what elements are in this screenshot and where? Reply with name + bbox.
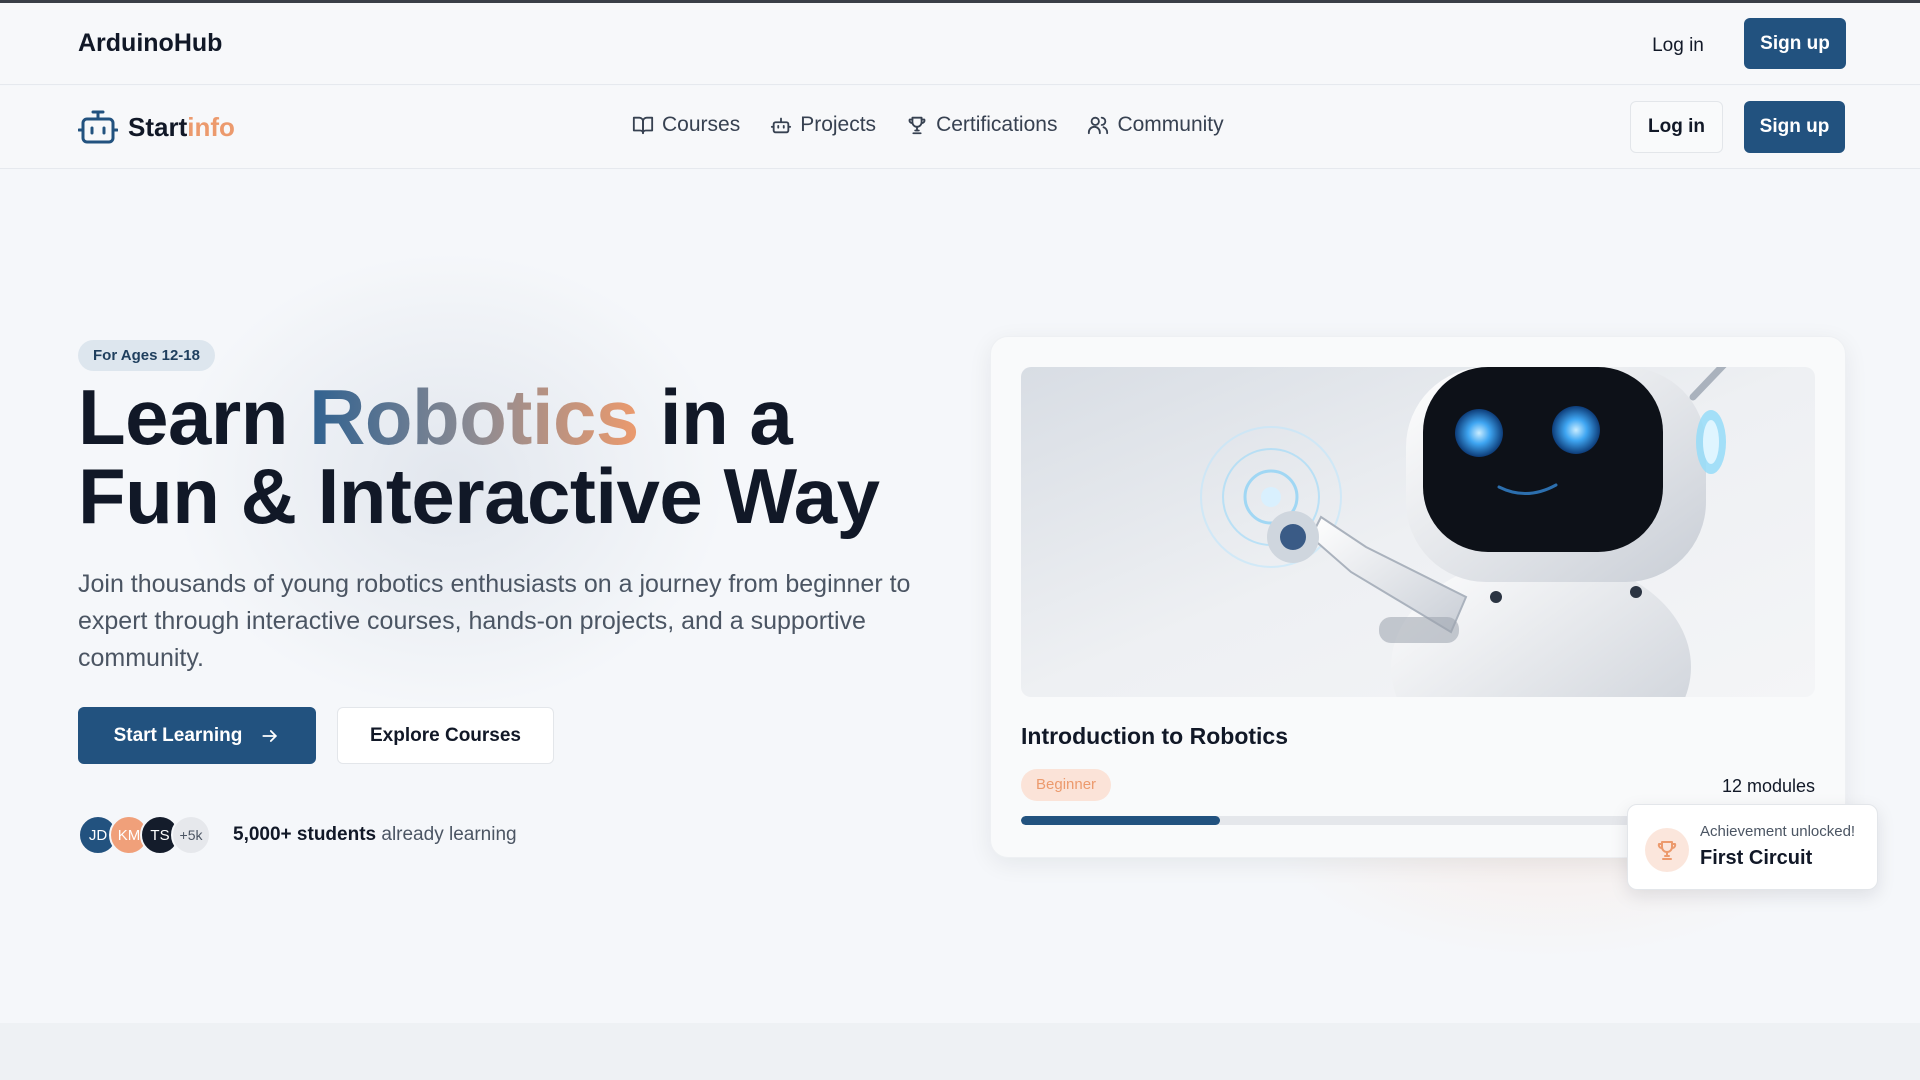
hero-title: Learn Robotics in a Fun & Interactive Wa…: [78, 378, 938, 536]
achievement-subtitle: Achievement unlocked!: [1700, 823, 1856, 840]
nav-login-button[interactable]: Log in: [1630, 101, 1723, 153]
nav-item-certifications[interactable]: Certifications: [906, 113, 1057, 137]
users-icon: [1088, 116, 1109, 135]
achievement-icon-wrap: [1645, 828, 1689, 872]
header-signup-button[interactable]: Sign up: [1744, 18, 1846, 69]
course-title[interactable]: Introduction to Robotics: [1021, 723, 1288, 750]
achievement-title: First Circuit: [1700, 847, 1813, 869]
nav-item-label: Certifications: [936, 113, 1058, 136]
students-count: 5,000+ students: [233, 824, 377, 845]
top-header: ArduinoHub Log in Sign up: [0, 3, 1920, 85]
age-badge: For Ages 12-18: [78, 340, 215, 371]
explore-courses-button[interactable]: Explore Courses: [337, 707, 554, 764]
book-open-icon: [632, 116, 654, 135]
student-avatars: JD KM TS +5k: [78, 815, 211, 855]
start-learning-button[interactable]: Start Learning: [78, 707, 316, 764]
start-learning-label: Start Learning: [113, 724, 243, 746]
hero-title-accent: Robotics: [309, 373, 639, 461]
startinfo-logo[interactable]: Startinfo: [78, 108, 235, 146]
nav-item-community[interactable]: Community: [1087, 113, 1224, 137]
students-suffix: already learning: [376, 824, 517, 845]
nav-item-label: Courses: [662, 113, 741, 136]
logo-text: Startinfo: [128, 112, 235, 143]
course-card[interactable]: Introduction to Robotics Beginner 12 mod…: [990, 336, 1846, 858]
achievement-toast: Achievement unlocked! First Circuit: [1627, 804, 1878, 890]
robot-logo-icon: [78, 110, 118, 144]
next-section-band: [0, 1023, 1920, 1080]
trophy-icon: [908, 116, 926, 135]
robot-illustration: [1021, 367, 1815, 697]
students-count-text: 5,000+ students already learning: [233, 824, 517, 846]
nav-item-label: Community: [1117, 113, 1224, 136]
logo-text-info: info: [187, 111, 235, 142]
nav-item-projects[interactable]: Projects: [770, 113, 876, 137]
trophy-icon: [1657, 841, 1677, 860]
course-progress-fill: [1021, 816, 1220, 825]
course-level-badge: Beginner: [1021, 769, 1112, 801]
arrow-right-icon: [262, 729, 278, 742]
robot-icon: [771, 117, 792, 134]
hero-title-start: Learn: [78, 373, 310, 461]
main-navbar: Startinfo Courses Projects Certification…: [0, 86, 1920, 169]
nav-links: Courses Projects Certifications Communit…: [632, 113, 1224, 137]
brand-name[interactable]: ArduinoHub: [78, 29, 222, 58]
nav-signup-button[interactable]: Sign up: [1744, 101, 1845, 153]
nav-item-label: Projects: [800, 113, 877, 136]
logo-text-start: Start: [128, 111, 188, 142]
nav-item-courses[interactable]: Courses: [632, 113, 740, 137]
avatar-more-count: +5k: [171, 815, 211, 855]
course-modules-count: 12 modules: [1721, 776, 1815, 796]
course-image: [1021, 367, 1815, 697]
header-login-button[interactable]: Log in: [1628, 23, 1728, 69]
hero-description: Join thousands of young robotics enthusi…: [78, 570, 911, 672]
